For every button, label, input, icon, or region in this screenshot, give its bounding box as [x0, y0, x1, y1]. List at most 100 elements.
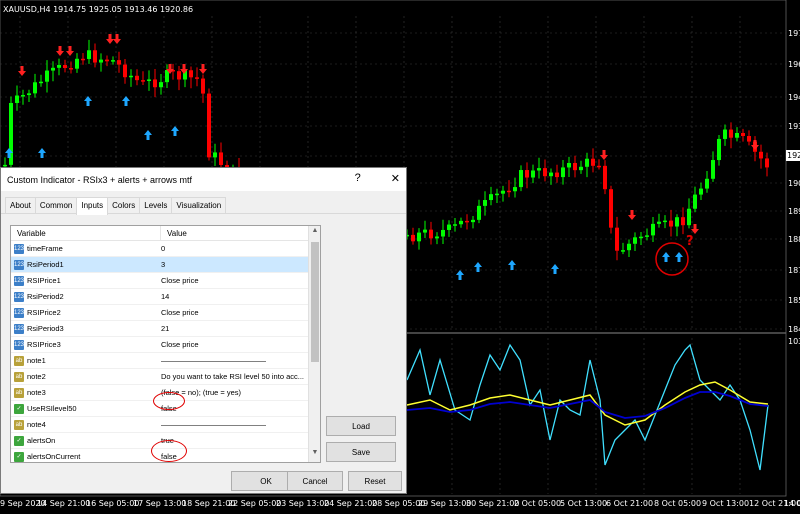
help-button[interactable]: ? — [355, 172, 361, 185]
buy-arrow-icon — [84, 96, 92, 106]
candle-body — [507, 190, 511, 193]
candle-body — [417, 232, 421, 242]
variable-value[interactable]: 14 — [161, 292, 307, 301]
tab-common[interactable]: Common — [34, 197, 78, 213]
variable-value[interactable]: —————————————— — [161, 356, 307, 365]
variable-value[interactable]: Close price — [161, 276, 307, 285]
candle-body — [447, 224, 451, 230]
time-label: 2 Oct 05:00 — [514, 499, 561, 508]
load-button[interactable]: Load — [326, 416, 396, 436]
variable-name: note4 — [27, 420, 46, 429]
candle-body — [615, 227, 619, 251]
candle-body — [639, 236, 643, 239]
tab-about[interactable]: About — [5, 197, 36, 213]
candle-body — [669, 220, 673, 227]
time-label: 30 Sep 21:00 — [466, 499, 519, 508]
variable-value[interactable]: —————————————— — [161, 420, 307, 429]
variable-name: note1 — [27, 356, 46, 365]
candle-body — [627, 243, 631, 251]
dialog-titlebar[interactable]: Custom Indicator - RSIx3 + alerts + arro… — [1, 168, 406, 191]
candle-body — [159, 82, 163, 88]
candle-body — [657, 221, 661, 224]
table-row[interactable]: ab note4 —————————————— — [11, 417, 320, 433]
candle-body — [567, 162, 571, 168]
candle-body — [537, 168, 541, 171]
table-row[interactable]: 123 RSIPrice1 Close price — [11, 273, 320, 289]
price-label: 1846 — [788, 325, 800, 334]
close-button[interactable]: ✕ — [391, 172, 400, 185]
candle-body — [87, 50, 91, 59]
candle-body — [513, 187, 517, 192]
buy-arrow-icon — [122, 96, 130, 106]
candle-body — [711, 160, 715, 179]
scroll-up-icon[interactable]: ▲ — [309, 227, 320, 239]
variable-name: alertsOnCurrent — [27, 452, 81, 461]
variable-value[interactable]: Do you want to take RSI level 50 into ac… — [161, 372, 307, 381]
save-button[interactable]: Save — [326, 442, 396, 462]
dialog-tabs: About Common Inputs Colors Levels Visualizati… — [1, 197, 406, 215]
price-label: 1947 — [788, 93, 800, 102]
tab-inputs[interactable]: Inputs — [76, 197, 109, 215]
time-label: 22 Sep 05:00 — [228, 499, 281, 508]
bool-type-icon: ✓ — [14, 403, 24, 414]
reset-button[interactable]: Reset — [348, 471, 402, 491]
candle-body — [135, 75, 139, 81]
column-header-variable[interactable]: Variable — [11, 226, 161, 240]
tab-visualization[interactable]: Visualization — [171, 197, 227, 213]
tab-levels[interactable]: Levels — [139, 197, 173, 213]
sell-arrow-icon — [113, 34, 121, 44]
candle-body — [129, 75, 133, 78]
num-type-icon: 123 — [14, 323, 25, 334]
price-label: 1884 — [788, 235, 800, 244]
candle-body — [69, 68, 73, 70]
price-label: 1977 — [788, 29, 800, 38]
candle-body — [717, 138, 721, 161]
table-row[interactable]: 123 RsiPeriod2 14 — [11, 289, 320, 305]
candle-body — [441, 229, 445, 237]
scroll-down-icon[interactable]: ▼ — [309, 449, 320, 461]
table-row[interactable]: 123 RsiPeriod1 3 — [11, 257, 320, 273]
table-row[interactable]: ab note2 Do you want to take RSI level 50 … — [11, 369, 320, 385]
candle-body — [57, 65, 61, 68]
variable-value[interactable]: 3 — [161, 260, 307, 269]
table-row[interactable]: 123 RSIPrice2 Close price — [11, 305, 320, 321]
scroll-thumb[interactable] — [311, 242, 319, 362]
candle-body — [111, 60, 115, 62]
annotation-question-mark: ? — [686, 234, 694, 249]
candle-body — [759, 151, 763, 159]
variable-value[interactable]: 0 — [161, 244, 307, 253]
candle-body — [153, 79, 157, 88]
table-row[interactable]: 123 timeFrame 0 — [11, 241, 320, 257]
table-scrollbar[interactable]: ▲ ▼ — [308, 226, 320, 462]
candle-body — [123, 64, 127, 78]
candle-body — [213, 152, 217, 158]
table-row[interactable]: 123 RsiPeriod3 21 — [11, 321, 320, 337]
variable-name: note2 — [27, 372, 46, 381]
variable-value[interactable]: Close price — [161, 308, 307, 317]
candle-body — [459, 220, 463, 225]
candle-body — [609, 189, 613, 228]
tab-colors[interactable]: Colors — [107, 197, 141, 213]
variable-value[interactable]: 21 — [161, 324, 307, 333]
variable-value[interactable]: Close price — [161, 340, 307, 349]
candle-body — [735, 133, 739, 138]
buy-arrow-icon — [38, 148, 46, 158]
buy-arrow-icon — [662, 252, 670, 262]
candle-body — [621, 250, 625, 252]
rsi-line-medium — [406, 381, 769, 426]
candle-body — [483, 200, 487, 206]
variable-name: RsiPeriod2 — [27, 292, 64, 301]
buy-arrow-icon — [171, 126, 179, 136]
time-label: 16 Sep 05:00 — [86, 499, 139, 508]
time-label: 17 Sep 13:00 — [133, 499, 186, 508]
candle-body — [633, 237, 637, 244]
table-row[interactable]: ab note1 —————————————— — [11, 353, 320, 369]
candle-body — [435, 236, 439, 239]
price-label: 1960 — [788, 60, 800, 69]
time-label: 24 Sep 21:00 — [324, 499, 377, 508]
column-header-value[interactable]: Value — [161, 226, 187, 240]
table-row[interactable]: 123 RSIPrice3 Close price — [11, 337, 320, 353]
cancel-button[interactable]: Cancel — [287, 471, 343, 491]
candle-body — [189, 70, 193, 78]
candle-body — [495, 193, 499, 196]
